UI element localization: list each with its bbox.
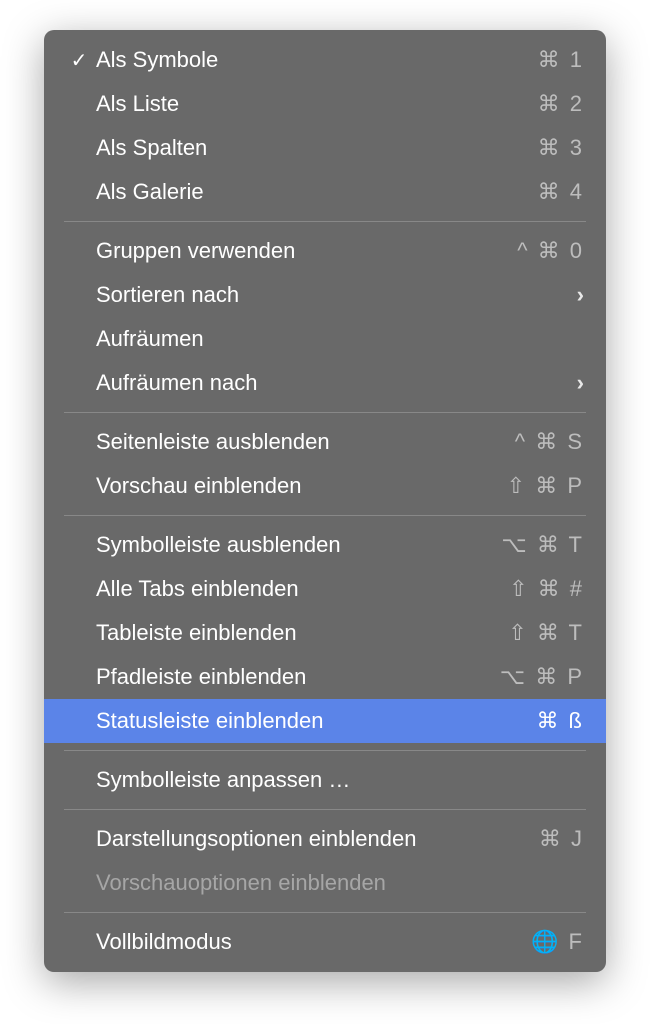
menu-item-view-as-list[interactable]: Als Liste ⌘ 2	[44, 82, 606, 126]
menu-item-show-preview-options: Vorschauoptionen einblenden	[44, 861, 606, 905]
check-icon: ✓	[64, 48, 94, 73]
menu-item-label: Symbolleiste anpassen …	[94, 767, 584, 793]
menu-item-view-as-icons[interactable]: ✓ Als Symbole ⌘ 1	[44, 38, 606, 82]
menu-item-clean-up[interactable]: Aufräumen	[44, 317, 606, 361]
menu-item-enter-full-screen[interactable]: Vollbildmodus 🌐 F	[44, 920, 606, 964]
menu-item-clean-up-by[interactable]: Aufräumen nach ›	[44, 361, 606, 405]
menu-item-label: Symbolleiste ausblenden	[94, 532, 501, 558]
menu-separator	[64, 412, 586, 413]
menu-item-label: Als Liste	[94, 91, 538, 117]
menu-item-sort-by[interactable]: Sortieren nach ›	[44, 273, 606, 317]
menu-item-label: Aufräumen	[94, 326, 584, 352]
keyboard-shortcut: ⇧ ⌘ P	[507, 473, 584, 499]
keyboard-shortcut: ⌘ J	[539, 826, 584, 852]
menu-item-label: Pfadleiste einblenden	[94, 664, 500, 690]
menu-item-label: Als Galerie	[94, 179, 538, 205]
menu-item-show-preview[interactable]: Vorschau einblenden ⇧ ⌘ P	[44, 464, 606, 508]
menu-item-hide-toolbar[interactable]: Symbolleiste ausblenden ⌥ ⌘ T	[44, 523, 606, 567]
menu-item-label: Gruppen verwenden	[94, 238, 517, 264]
keyboard-shortcut: ⌘ 4	[538, 179, 584, 205]
menu-separator	[64, 221, 586, 222]
keyboard-shortcut: ⇧ ⌘ T	[508, 620, 584, 646]
keyboard-shortcut: ⌥ ⌘ T	[501, 532, 584, 558]
menu-item-label: Vorschau einblenden	[94, 473, 507, 499]
menu-item-label: Vorschauoptionen einblenden	[94, 870, 584, 896]
menu-item-label: Seitenleiste ausblenden	[94, 429, 515, 455]
context-menu: ✓ Als Symbole ⌘ 1 Als Liste ⌘ 2 Als Spal…	[44, 30, 606, 972]
keyboard-shortcut: ⇧ ⌘ #	[509, 576, 584, 602]
menu-separator	[64, 515, 586, 516]
keyboard-shortcut: 🌐 F	[531, 929, 584, 955]
menu-item-label: Darstellungsoptionen einblenden	[94, 826, 539, 852]
chevron-right-icon: ›	[577, 370, 584, 396]
keyboard-shortcut: ⌥ ⌘ P	[500, 664, 584, 690]
menu-item-show-status-bar[interactable]: Statusleiste einblenden ⌘ ß	[44, 699, 606, 743]
menu-item-show-tab-bar[interactable]: Tableiste einblenden ⇧ ⌘ T	[44, 611, 606, 655]
menu-item-label: Alle Tabs einblenden	[94, 576, 509, 602]
keyboard-shortcut: ⌘ 2	[538, 91, 584, 117]
menu-item-customize-toolbar[interactable]: Symbolleiste anpassen …	[44, 758, 606, 802]
menu-item-label: Aufräumen nach	[94, 370, 577, 396]
menu-item-hide-sidebar[interactable]: Seitenleiste ausblenden ^ ⌘ S	[44, 420, 606, 464]
keyboard-shortcut: ⌘ 3	[538, 135, 584, 161]
menu-item-label: Sortieren nach	[94, 282, 577, 308]
menu-item-show-path-bar[interactable]: Pfadleiste einblenden ⌥ ⌘ P	[44, 655, 606, 699]
menu-item-label: Vollbildmodus	[94, 929, 531, 955]
menu-separator	[64, 809, 586, 810]
menu-item-label: Statusleiste einblenden	[94, 708, 536, 734]
keyboard-shortcut: ⌘ ß	[536, 708, 584, 734]
menu-separator	[64, 750, 586, 751]
keyboard-shortcut: ⌘ 1	[538, 47, 584, 73]
menu-separator	[64, 912, 586, 913]
menu-item-label: Als Spalten	[94, 135, 538, 161]
menu-item-label: Als Symbole	[94, 47, 538, 73]
menu-item-view-as-columns[interactable]: Als Spalten ⌘ 3	[44, 126, 606, 170]
keyboard-shortcut: ^ ⌘ 0	[517, 238, 584, 264]
menu-item-view-as-gallery[interactable]: Als Galerie ⌘ 4	[44, 170, 606, 214]
chevron-right-icon: ›	[577, 282, 584, 308]
keyboard-shortcut: ^ ⌘ S	[515, 429, 584, 455]
menu-item-show-all-tabs[interactable]: Alle Tabs einblenden ⇧ ⌘ #	[44, 567, 606, 611]
menu-item-use-groups[interactable]: Gruppen verwenden ^ ⌘ 0	[44, 229, 606, 273]
menu-item-show-view-options[interactable]: Darstellungsoptionen einblenden ⌘ J	[44, 817, 606, 861]
menu-item-label: Tableiste einblenden	[94, 620, 508, 646]
